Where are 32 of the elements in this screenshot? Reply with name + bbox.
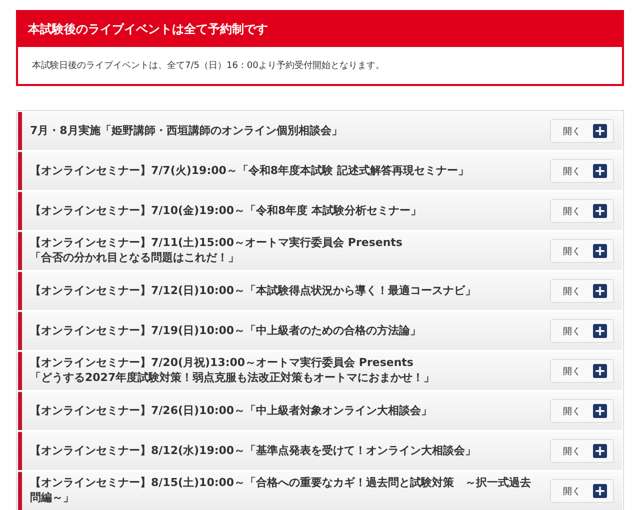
open-button[interactable]: 開く bbox=[550, 199, 614, 223]
accordion-row[interactable]: 【オンラインセミナー】7/7(火)19:00～「令和8年度本試験 記述式解答再現セミナー」 開く bbox=[18, 152, 622, 190]
event-title: 【オンラインセミナー】7/20(月祝)13:00～オートマ実行委員会 Presents 「どうする2027年度試験対策！弱点克服も法改正対策もオートマにおまかせ！」 bbox=[30, 356, 435, 386]
accordion-row[interactable]: 【オンラインセミナー】7/26(日)10:00～「中上級者対象オンライン大相談会」 開く bbox=[18, 392, 622, 430]
event-title: 7月・8月実施「姫野講師・西垣講師のオンライン個別相談会」 bbox=[30, 124, 342, 138]
event-title: 【オンラインセミナー】7/10(金)19:00～「令和8年度 本試験分析セミナー」 bbox=[30, 204, 422, 218]
accordion-row[interactable]: 【オンラインセミナー】8/12(水)19:00～「基準点発表を受けて！オンライン大相談会」 開く bbox=[18, 432, 622, 470]
accordion-row[interactable]: 【オンラインセミナー】7/11(土)15:00～オートマ実行委員会 Presents 「合否の分かれ目となる問題はこれだ！」 開く bbox=[18, 232, 622, 270]
event-title: 【オンラインセミナー】7/11(土)15:00～オートマ実行委員会 Presents 「合否の分かれ目となる問題はこれだ！」 bbox=[30, 236, 402, 266]
accordion-row[interactable]: 【オンラインセミナー】8/15(土)10:00～「合格への重要なカギ！過去問と試験対策 ～択一式過去問編～」 開く bbox=[18, 472, 622, 510]
accordion-row[interactable]: 【オンラインセミナー】7/19(日)10:00～「中上級者のための合格の方法論」 開く bbox=[18, 312, 622, 350]
open-button[interactable]: 開く bbox=[550, 119, 614, 143]
event-title: 【オンラインセミナー】8/15(土)10:00～「合格への重要なカギ！過去問と試験対策 ～択一式過去問編～」 bbox=[30, 476, 532, 506]
open-button[interactable]: 開く bbox=[550, 439, 614, 463]
event-title: 【オンラインセミナー】8/12(水)19:00～「基準点発表を受けて！オンライン大相談会」 bbox=[30, 444, 476, 458]
open-button[interactable]: 開く bbox=[550, 399, 614, 423]
open-button[interactable]: 開く bbox=[550, 479, 614, 503]
accordion-row[interactable]: 【オンラインセミナー】7/12(日)10:00～「本試験得点状況から導く！最適コースナビ」 開く bbox=[18, 272, 622, 310]
event-title: 【オンラインセミナー】7/12(日)10:00～「本試験得点状況から導く！最適コースナビ」 bbox=[30, 284, 476, 298]
open-button[interactable]: 開く bbox=[550, 159, 614, 183]
event-title: 【オンラインセミナー】7/7(火)19:00～「令和8年度本試験 記述式解答再現セミナー」 bbox=[30, 164, 469, 178]
open-button[interactable]: 開く bbox=[550, 239, 614, 263]
notice-text: 本試験日後のライブイベントは、全て7/5（日）16：00より予約受付開始となります。 bbox=[32, 61, 384, 71]
open-button[interactable]: 開く bbox=[550, 359, 614, 383]
notice-title: 本試験後のライブイベントは全て予約制です bbox=[28, 22, 268, 36]
accordion-row[interactable]: 7月・8月実施「姫野講師・西垣講師のオンライン個別相談会」 開く bbox=[18, 112, 622, 150]
open-button[interactable]: 開く bbox=[550, 279, 614, 303]
event-title: 【オンラインセミナー】7/19(日)10:00～「中上級者のための合格の方法論」 bbox=[30, 324, 422, 338]
accordion-row[interactable]: 【オンラインセミナー】7/10(金)19:00～「令和8年度 本試験分析セミナー」 開く bbox=[18, 192, 622, 230]
open-button[interactable]: 開く bbox=[550, 319, 614, 343]
event-title: 【オンラインセミナー】7/26(日)10:00～「中上級者対象オンライン大相談会」 bbox=[30, 404, 432, 418]
accordion-row[interactable]: 【オンラインセミナー】7/20(月祝)13:00～オートマ実行委員会 Presents 「どうする2027年度試験対策！弱点克服も法改正対策もオートマにおまかせ！」 開く bbox=[18, 352, 622, 390]
